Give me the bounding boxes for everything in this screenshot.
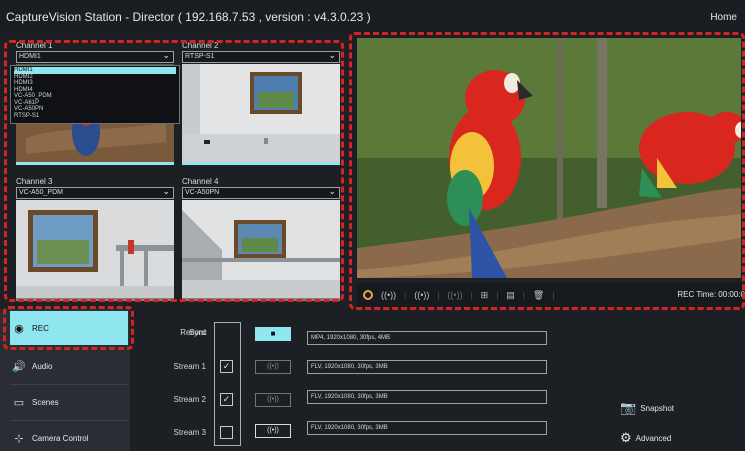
delete-icon[interactable]: 🗑 [533,290,544,301]
stream-2-sync-checkbox[interactable]: ✓ [220,393,233,406]
chevron-down-icon[interactable]: ⌄ [162,186,170,196]
scenes-icon: ▭ [13,396,25,409]
nav-rec[interactable]: ◉ REC [10,311,128,345]
nav-scenes-label: Scenes [32,397,59,407]
channel-1-selected: HDMI1 [19,53,41,60]
nav-audio[interactable]: 🔊 Audio [10,349,128,383]
stream-2-icon[interactable]: ((•)) [414,290,429,300]
stream-1-button[interactable]: ((•)) [255,360,291,374]
channel-2-thumbnail[interactable] [182,64,340,162]
camera-control-icon: ⊹ [14,432,24,445]
dropdown-option[interactable]: RTSP-S1 [14,113,176,120]
chevron-down-icon[interactable]: ⌄ [162,50,170,60]
channel-2-label: Channel 2 [182,41,219,50]
stream-2-label: Stream 2 [173,395,206,404]
channel-1-dropdown[interactable]: HDMI1 HDMI2 HDMI3 HDMI4 VC-A50_PDM VC-A6… [10,65,180,124]
nav-scenes[interactable]: ▭ Scenes [10,385,128,419]
divider: | [522,290,525,300]
channel-3-cell: Channel 3 VC-A50_PDM ⌄ [16,176,174,301]
nav-rec-label: REC [32,323,49,333]
channel-2-select[interactable]: RTSP-S1 ⌄ [182,50,340,63]
channel-3-thumbnail[interactable] [16,200,174,298]
stream-3-format-info: FLV, 1920x1080, 30fps, 3MB [307,421,547,435]
stream-1-label: Stream 1 [173,362,206,371]
divider: | [470,290,473,300]
director-app: CaptureVision Station - Director ( 192.1… [0,0,745,451]
sync-header: Sync [189,328,207,337]
channel-2-cell: Channel 2 RTSP-S1 ⌄ [182,40,340,165]
chevron-down-icon[interactable]: ⌄ [328,186,336,196]
channel-4-selected: VC-A50PN [185,189,220,196]
channel-1-active-bar [16,162,174,165]
record-icon: ◉ [14,322,24,335]
left-nav: ◉ REC 🔊 Audio ▭ Scenes ⊹ Camera Control [0,309,130,451]
divider: | [496,290,499,300]
channel-4-label: Channel 4 [182,177,219,186]
channel-2-active-bar [182,162,340,165]
divider: | [552,290,555,300]
speaker-icon: 🔊 [12,360,26,373]
camera-icon: 📷 [620,400,637,415]
snapshot-button[interactable]: 📷 Snapshot [620,400,674,416]
stream-3-sync-checkbox[interactable] [220,426,233,439]
nav-camera-control[interactable]: ⊹ Camera Control [10,421,128,451]
home-link[interactable]: Home [710,12,737,23]
channel-3-selected: VC-A50_PDM [19,189,63,196]
stream-3-label: Stream 3 [173,428,206,437]
channel-1-label: Channel 1 [16,41,53,50]
stream-2-format-info: FLV, 1920x1080, 30fps, 3MB [307,390,547,404]
channel-2-selected: RTSP-S1 [185,53,215,60]
chevron-down-icon[interactable]: ⌄ [328,50,336,60]
record-format-info: MP4, 1920x1080, 30fps, 4MB [307,331,547,345]
record-button[interactable]: ■ [255,327,291,341]
divider: | [437,290,440,300]
channel-4-bar [182,298,340,301]
window-title: CaptureVision Station - Director ( 192.1… [6,10,371,24]
stream-3-icon[interactable]: ((•)) [447,290,462,300]
gear-icon: ⚙ [620,430,632,445]
channel-1-select[interactable]: HDMI1 ⌄ [16,50,174,63]
stream-1-icon[interactable]: ((•)) [381,290,396,300]
rec-time: REC Time: 00:00:0 [677,290,745,299]
stream-1-sync-checkbox[interactable]: ✓ [220,360,233,373]
record-icon[interactable] [363,290,373,300]
channel-4-thumbnail[interactable] [182,200,340,298]
storage-icon[interactable]: ▤ [506,290,515,301]
advanced-label: Advanced [635,433,672,443]
channel-3-label: Channel 3 [16,177,53,186]
advanced-button[interactable]: ⚙ Advanced [620,430,671,446]
title-bar: CaptureVision Station - Director ( 192.1… [0,0,745,34]
nav-camera-control-label: Camera Control [32,433,89,443]
stream-3-button[interactable]: ((•)) [255,424,291,438]
channel-4-cell: Channel 4 VC-A50PN ⌄ [182,176,340,301]
channel-3-bar [16,298,174,301]
stream-2-button[interactable]: ((•)) [255,393,291,407]
channel-3-select[interactable]: VC-A50_PDM ⌄ [16,186,174,199]
snapshot-label: Snapshot [640,403,674,413]
nav-audio-label: Audio [32,361,53,371]
program-preview[interactable] [357,38,741,278]
divider: | [404,290,407,300]
channel-4-select[interactable]: VC-A50PN ⌄ [182,186,340,199]
preview-control-bar: ((•)) | ((•)) | ((•)) | ⊞ | ▤ | 🗑 | REC … [357,283,745,307]
stream-1-format-info: FLV, 1920x1080, 30fps, 3MB [307,360,547,374]
layout-icon[interactable]: ⊞ [481,290,489,301]
